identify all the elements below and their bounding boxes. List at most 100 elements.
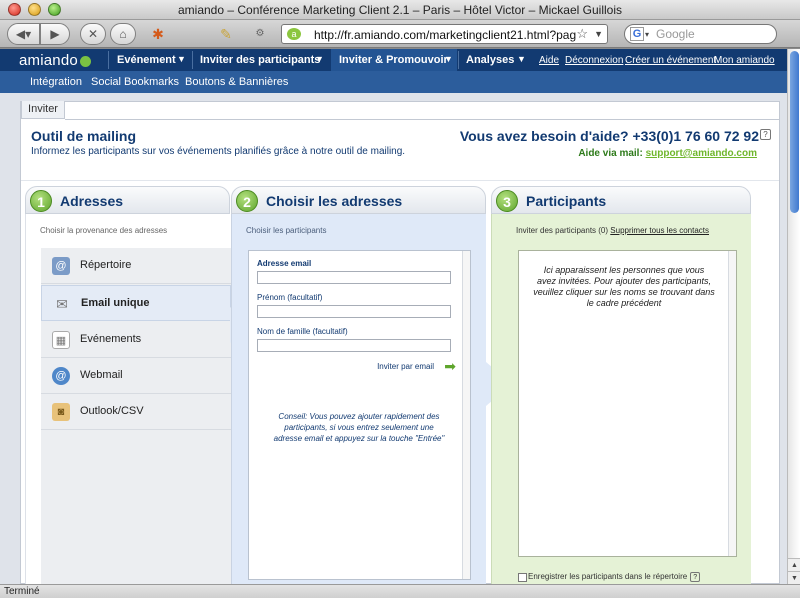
email-form: Adresse email Prénom (facultatif) Nom de…: [248, 250, 471, 580]
scrollbar-thumb[interactable]: [790, 51, 799, 213]
notes-icon[interactable]: ✎: [216, 24, 236, 44]
search-engine-dropdown-icon[interactable]: ▾: [645, 30, 649, 39]
firebug-icon[interactable]: ✱: [148, 24, 168, 44]
page-description: Informez les participants sur vos événem…: [31, 146, 406, 157]
logo-dot-icon: [79, 55, 91, 67]
search-engine-icon[interactable]: G: [630, 27, 644, 41]
tab-inviter[interactable]: Inviter: [21, 101, 65, 119]
url-input[interactable]: http://fr.amiando.com/marketingclient21.…: [314, 28, 576, 42]
nav-item-evenement[interactable]: Evénement: [117, 54, 176, 66]
scroll-down-icon[interactable]: ▼: [788, 571, 800, 584]
search-bar[interactable]: G ▾ Google: [624, 24, 777, 44]
firstname-field[interactable]: [257, 305, 451, 318]
bookmark-star-icon[interactable]: ☆: [576, 26, 588, 42]
step-addresses: 1 Adresses Choisir la provenance des adr…: [25, 186, 252, 584]
globe-icon: @: [52, 367, 70, 385]
source-item-evenements[interactable]: ▦ Evénements: [41, 322, 231, 358]
nav-separator: [192, 51, 193, 69]
step-body: Choisir les participants Adresse email P…: [231, 214, 486, 584]
browser-toolbar: ◀▾ ▶ ✕ ⌂ ✱ ✎ ⚙ a http://fr.amiando.com/m…: [0, 20, 800, 48]
step-number-badge: 2: [236, 190, 258, 212]
step-header: 1 Adresses: [25, 186, 230, 214]
subnav-item-social-bookmarks[interactable]: Social Bookmarks: [91, 76, 179, 88]
nav-item-inviter-promouvoir[interactable]: Inviter & Promouvoir: [339, 54, 448, 66]
help-question-icon[interactable]: ?: [760, 129, 771, 140]
section-divider: [21, 180, 779, 181]
participants-header: Inviter des participants (0) Supprimer t…: [516, 226, 709, 235]
step-title: Choisir les adresses: [266, 193, 403, 209]
amiando-logo[interactable]: amiando: [19, 52, 91, 69]
settings-icon[interactable]: ⚙: [250, 24, 270, 44]
back-button[interactable]: ◀▾: [7, 23, 40, 45]
source-item-webmail[interactable]: @ Webmail: [41, 358, 231, 394]
help-mail-label: Aide via mail:: [578, 148, 643, 159]
forward-arrow-icon: ▶: [50, 27, 60, 41]
stop-button[interactable]: ✕: [80, 23, 106, 45]
sub-nav: Intégration Social Bookmarks Boutons & B…: [0, 71, 787, 93]
nav-link-mon-amiando[interactable]: Mon amiando: [714, 55, 775, 66]
chevron-down-icon[interactable]: ▼: [444, 54, 453, 64]
step-title: Adresses: [60, 193, 124, 209]
source-label: Outlook/CSV: [80, 405, 144, 417]
step-body: Inviter des participants (0) Supprimer t…: [491, 214, 751, 584]
main-nav: amiando Evénement ▼ Inviter des particip…: [0, 49, 787, 71]
chevron-down-icon[interactable]: ▼: [177, 54, 186, 64]
email-field[interactable]: [257, 271, 451, 284]
outlook-icon: ◙: [52, 403, 70, 421]
nav-item-inviter-participants[interactable]: Inviter des participants: [200, 54, 320, 66]
form-scrollbar[interactable]: [462, 251, 470, 579]
content-panel: Inviter Outil de mailing Informez les pa…: [20, 101, 780, 584]
arrow-right-icon[interactable]: ➡: [444, 358, 456, 375]
source-label: Répertoire: [80, 259, 132, 271]
page-scrollbar[interactable]: ▲ ▼: [787, 49, 800, 584]
lastname-field[interactable]: [257, 339, 451, 352]
source-label: Evénements: [80, 333, 142, 345]
page-title: Outil de mailing: [31, 128, 137, 144]
chevron-down-icon[interactable]: ▼: [517, 54, 526, 64]
url-dropdown-icon[interactable]: ▼: [594, 29, 603, 39]
tip-text: Conseil: Vous pouvez ajouter rapidement …: [273, 412, 445, 443]
nav-separator: [108, 51, 109, 69]
participants-scrollbar[interactable]: [728, 251, 736, 556]
save-participants-checkbox[interactable]: [518, 572, 527, 582]
forward-button[interactable]: ▶: [40, 23, 70, 45]
nav-link-aide[interactable]: Aide: [539, 55, 559, 66]
home-button[interactable]: ⌂: [110, 23, 136, 45]
empty-participants-text: Ici apparaissent les personnes que vous …: [533, 265, 715, 308]
status-text: Terminé: [4, 586, 40, 597]
invite-by-email-link[interactable]: Inviter par email: [377, 362, 434, 371]
chevron-down-icon[interactable]: ▼: [315, 54, 324, 64]
nav-link-creer-evenement[interactable]: Créer un événement: [625, 55, 716, 66]
subnav-item-integration[interactable]: Intégration: [30, 76, 82, 88]
url-bar[interactable]: a http://fr.amiando.com/marketingclient2…: [281, 24, 608, 44]
step-subtitle: Choisir la provenance des adresses: [40, 226, 168, 235]
source-label: Webmail: [80, 369, 123, 381]
email-label: Adresse email: [257, 259, 312, 268]
subnav-item-boutons-bannieres[interactable]: Boutons & Bannières: [185, 76, 288, 88]
nav-link-deconnexion[interactable]: Déconnexion: [565, 55, 623, 66]
step-title: Participants: [526, 193, 607, 209]
nav-separator: [458, 51, 459, 69]
nav-item-analyses[interactable]: Analyses: [466, 54, 514, 66]
step-header: 3 Participants: [491, 186, 751, 214]
tab-divider: [65, 119, 779, 120]
firstname-label: Prénom (facultatif): [257, 293, 323, 302]
help-phone: Vous avez besoin d'aide? +33(0)1 76 60 7…: [459, 128, 759, 144]
home-icon: ⌂: [119, 27, 127, 41]
source-item-email-unique[interactable]: ✉ Email unique: [41, 285, 231, 321]
participants-count: Inviter des participants (0): [516, 226, 609, 235]
participants-list[interactable]: Ici apparaissent les personnes que vous …: [518, 250, 737, 557]
help-mail-link[interactable]: support@amiando.com: [646, 148, 757, 159]
source-item-repertoire[interactable]: @ Répertoire: [41, 248, 231, 284]
source-item-outlook-csv[interactable]: ◙ Outlook/CSV: [41, 394, 231, 430]
source-list: @ Répertoire ✉ Email unique ▦ Evénements…: [41, 248, 231, 584]
clear-contacts-link[interactable]: Supprimer tous les contacts: [610, 226, 709, 235]
help-mail-line: Aide via mail: support@amiando.com: [578, 148, 757, 159]
window-title: amiando – Conférence Marketing Client 2.…: [178, 3, 622, 17]
scroll-up-icon[interactable]: ▲: [788, 558, 800, 571]
step-choose-addresses: 2 Choisir les adresses Choisir les parti…: [231, 186, 512, 584]
help-question-icon[interactable]: ?: [690, 572, 701, 582]
window-titlebar: amiando – Conférence Marketing Client 2.…: [0, 0, 800, 20]
stop-icon: ✕: [87, 27, 99, 41]
search-input[interactable]: Google: [656, 27, 695, 41]
